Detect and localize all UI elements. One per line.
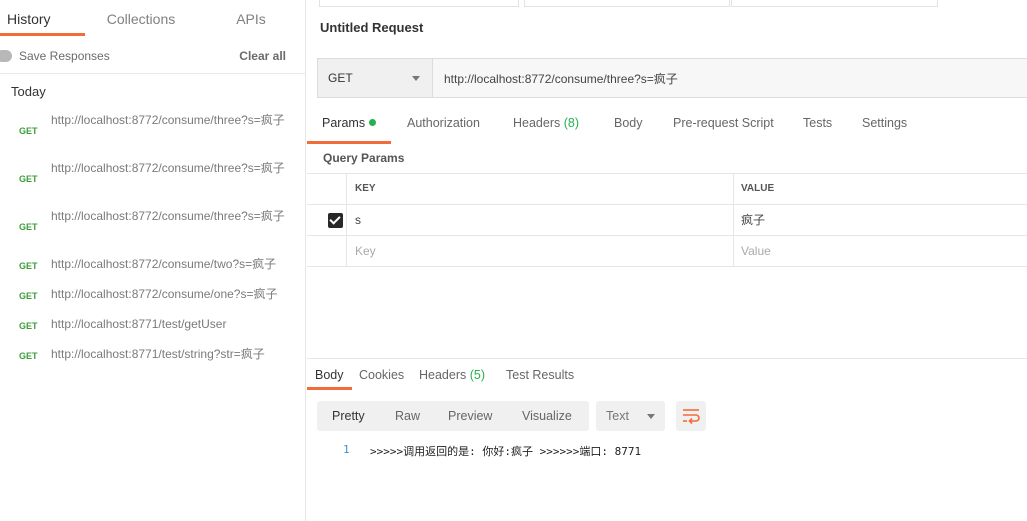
response-tab-body[interactable]: Body — [307, 368, 351, 390]
method-label: GET — [328, 71, 353, 85]
tab-headers[interactable]: Headers (8) — [513, 116, 579, 142]
history-item[interactable]: GET http://localhost:8771/test/string?st… — [0, 342, 306, 372]
history-item[interactable]: GET http://localhost:8771/test/getUser — [0, 312, 306, 342]
request-panel: Untitled Request GET Params Authorizatio… — [306, 0, 1027, 521]
param-check-cell — [307, 236, 347, 266]
clear-all-button[interactable]: Clear all — [239, 49, 286, 63]
history-item-url: http://localhost:8772/consume/three?s=疯子 — [51, 113, 285, 127]
tab-authorization[interactable]: Authorization — [407, 116, 480, 142]
tab-headers-label: Headers — [513, 116, 561, 130]
response-tab-test-results[interactable]: Test Results — [506, 368, 574, 382]
response-tabs: Body Cookies Headers (5) Test Results — [307, 364, 1027, 392]
params-header-value: VALUE — [741, 183, 775, 194]
tab-prerequest-script[interactable]: Pre-request Script — [673, 116, 774, 142]
history-item-method: GET — [19, 351, 38, 361]
history-item[interactable]: GET http://localhost:8772/consume/three?… — [0, 108, 306, 156]
tab-params-label: Params — [322, 116, 366, 130]
request-tab-stub[interactable] — [524, 0, 730, 7]
url-input[interactable] — [434, 59, 1027, 97]
save-responses-toggle[interactable] — [0, 50, 12, 62]
response-tab-cookies[interactable]: Cookies — [359, 368, 404, 382]
history-item-url: http://localhost:8772/consume/three?s=疯子 — [51, 209, 285, 223]
language-select[interactable]: Text — [596, 401, 665, 431]
response-format-group: Pretty Raw Preview Visualize — [317, 401, 589, 431]
history-item-method: GET — [19, 222, 38, 232]
param-check-cell — [307, 205, 347, 235]
response-code-line: 1 >>>>>调用返回的是: 你好:疯子 >>>>>>端口: 8771 — [307, 443, 1027, 459]
tab-settings[interactable]: Settings — [862, 116, 907, 142]
response-body-text[interactable]: >>>>>调用返回的是: 你好:疯子 >>>>>>端口: 8771 — [370, 443, 641, 459]
save-responses-label: Save Responses — [19, 49, 110, 63]
query-params-title: Query Params — [323, 151, 405, 165]
history-item-url: http://localhost:8771/test/string?str=疯子 — [51, 347, 265, 361]
history-list: GET http://localhost:8772/consume/three?… — [0, 108, 306, 372]
sidebar: History Collections APIs Save Responses … — [0, 0, 306, 521]
sidebar-tabs: History Collections APIs — [0, 0, 306, 36]
response-divider[interactable] — [307, 358, 1027, 359]
param-enabled-checkbox[interactable] — [328, 213, 343, 228]
history-item-method: GET — [19, 261, 38, 271]
url-bar: GET — [317, 58, 1027, 98]
history-item-method: GET — [19, 174, 38, 184]
format-raw-button[interactable]: Raw — [395, 409, 420, 423]
chevron-down-icon — [412, 76, 420, 81]
history-item[interactable]: GET http://localhost:8772/consume/one?s=… — [0, 282, 306, 312]
params-table: KEY VALUE s 疯子 Key Value — [307, 173, 1027, 267]
format-preview-button[interactable]: Preview — [448, 409, 492, 423]
format-visualize-button[interactable]: Visualize — [522, 409, 572, 423]
chevron-down-icon — [647, 414, 655, 419]
history-item[interactable]: GET http://localhost:8772/consume/two?s=… — [0, 252, 306, 282]
headers-count: (8) — [563, 116, 580, 130]
param-value-placeholder[interactable]: Value — [735, 236, 1027, 266]
request-tabs: Params Authorization Headers (8) Body Pr… — [306, 110, 1027, 144]
language-label: Text — [606, 409, 629, 423]
history-item[interactable]: GET http://localhost:8772/consume/three?… — [0, 204, 306, 252]
history-item-url: http://localhost:8772/consume/two?s=疯子 — [51, 257, 277, 271]
active-dot-icon — [369, 119, 377, 126]
tab-body[interactable]: Body — [614, 116, 643, 142]
request-tab-stub[interactable] — [319, 0, 519, 7]
params-header-key: KEY — [348, 174, 734, 204]
param-row-new: Key Value — [307, 236, 1027, 267]
history-item-url: http://localhost:8771/test/getUser — [51, 317, 227, 331]
response-tab-headers-label: Headers — [419, 368, 467, 382]
tab-apis[interactable]: APIs — [225, 0, 277, 36]
history-item-method: GET — [19, 126, 38, 136]
request-title[interactable]: Untitled Request — [320, 20, 423, 35]
history-toolbar: Save Responses Clear all — [0, 38, 306, 74]
response-headers-count: (5) — [469, 368, 486, 382]
param-row: s 疯子 — [307, 205, 1027, 236]
params-header-check-cell — [307, 174, 347, 204]
wrap-lines-button[interactable] — [676, 401, 706, 431]
method-select[interactable]: GET — [318, 59, 433, 97]
history-item-method: GET — [19, 321, 38, 331]
tab-collections[interactable]: Collections — [95, 0, 187, 36]
tab-history[interactable]: History — [0, 0, 85, 36]
tab-tests[interactable]: Tests — [803, 116, 832, 142]
param-value[interactable]: 疯子 — [735, 205, 1027, 235]
param-key[interactable]: s — [348, 205, 734, 235]
history-item-url: http://localhost:8772/consume/three?s=疯子 — [51, 161, 285, 175]
tab-params[interactable]: Params — [306, 116, 392, 144]
request-tab-stub[interactable] — [731, 0, 938, 7]
response-tab-headers[interactable]: Headers (5) — [419, 368, 485, 382]
history-item-url: http://localhost:8772/consume/one?s=疯子 — [51, 287, 278, 301]
line-number: 1 — [343, 443, 350, 456]
history-item[interactable]: GET http://localhost:8772/consume/three?… — [0, 156, 306, 204]
history-group-title: Today — [11, 84, 46, 99]
params-header-row: KEY VALUE — [307, 174, 1027, 205]
wrap-lines-icon — [683, 409, 700, 425]
param-key-placeholder[interactable]: Key — [348, 236, 734, 266]
history-item-method: GET — [19, 291, 38, 301]
format-pretty-button[interactable]: Pretty — [332, 409, 365, 423]
